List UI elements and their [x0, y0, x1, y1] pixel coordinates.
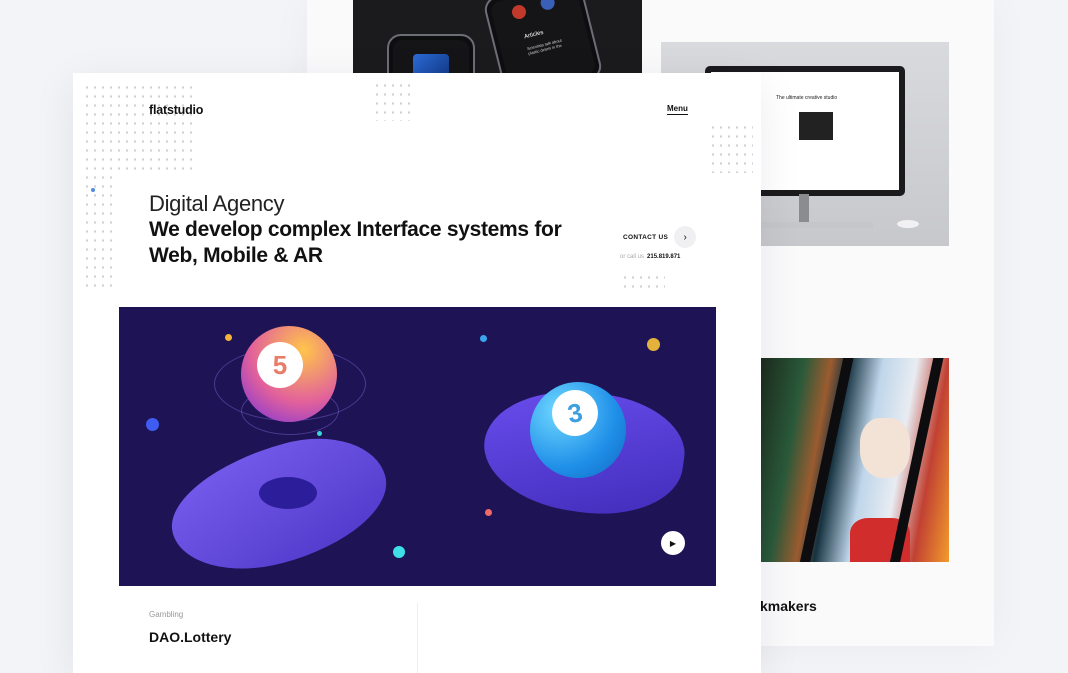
divider	[417, 603, 418, 673]
lottery-ball-five: 5	[241, 326, 337, 422]
phone-mockup: Articles Scientists talk about plastic d…	[481, 0, 605, 74]
logo[interactable]: flatstudio	[149, 103, 203, 117]
keyboard	[761, 222, 873, 228]
contact-us-label: CONTACT US	[623, 233, 669, 241]
dot-pattern	[373, 81, 413, 121]
ball-number: 3	[548, 386, 602, 440]
hero-subtitle: Digital Agency	[149, 191, 285, 216]
particle	[485, 509, 492, 516]
particle	[225, 334, 232, 341]
particle	[146, 418, 159, 431]
call-prefix: or call us	[620, 254, 645, 260]
dot-pattern	[83, 173, 113, 293]
accent-dot	[91, 188, 95, 192]
project-title[interactable]: DAO.Lottery	[149, 629, 231, 645]
project-title-secondary[interactable]: kmakers	[760, 598, 817, 614]
particle	[647, 338, 660, 351]
dot-pattern	[621, 273, 665, 293]
monitor-screen-title: The ultimate creative studio	[776, 95, 838, 101]
particle	[317, 431, 322, 436]
phone-number[interactable]: 215.819.871	[647, 254, 680, 260]
particle	[393, 546, 405, 558]
article-text: Scientists talk about plastic debris in …	[526, 37, 563, 56]
hero-illustration[interactable]: 5 3 ▶	[119, 307, 716, 586]
lottery-ball-three: 3	[530, 382, 626, 478]
call-info: or call us 215.819.871	[620, 254, 680, 260]
featured-project-card: flatstudio Menu Digital Agency We develo…	[73, 73, 761, 673]
menu-link[interactable]: Menu	[667, 104, 688, 115]
chevron-right-icon: ›	[674, 226, 697, 248]
project-category: Gambling	[149, 610, 184, 619]
contact-us-button[interactable]: CONTACT US ›	[623, 226, 697, 248]
mobile-app-project-image[interactable]: Articles Scientists talk about plastic d…	[353, 0, 642, 74]
phone-mockup	[387, 34, 475, 74]
palm-shadow	[259, 477, 317, 509]
game-art-project-image[interactable]	[760, 358, 949, 562]
dot-pattern	[83, 83, 193, 173]
articles-label: Articles	[523, 29, 545, 41]
particle	[480, 335, 487, 342]
ball-number: 5	[257, 342, 303, 388]
mouse	[897, 220, 919, 228]
play-icon[interactable]: ▶	[661, 531, 685, 555]
dot-pattern	[709, 123, 753, 173]
hero-title: We develop complex Interface systems for…	[149, 218, 562, 267]
